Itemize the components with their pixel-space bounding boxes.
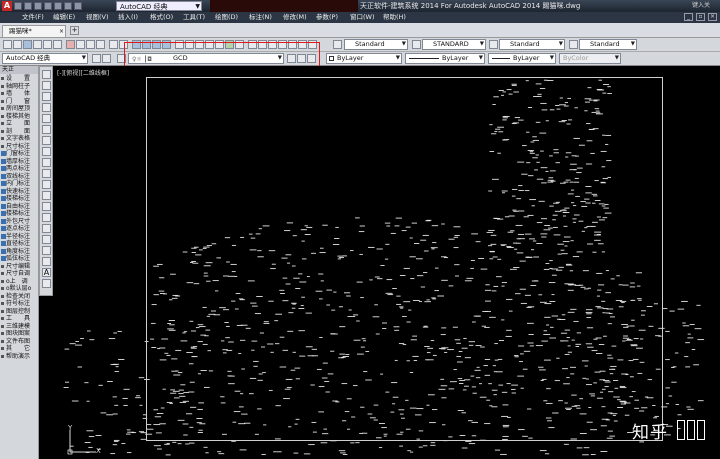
zhihu-watermark: 知乎 [632, 423, 668, 443]
viewport-label[interactable]: [-][俯视][二维线框] [57, 68, 109, 77]
watermark-seal [677, 420, 705, 440]
ucs-y-label: Y [68, 424, 73, 432]
ucs-icon [67, 430, 96, 455]
ucs-x-label: X [96, 447, 101, 455]
layout-frame [146, 77, 663, 441]
autocad-window: A AutoCAD 经典 ▼ 天正软件-建筑系统 2014 For Autode… [0, 0, 720, 459]
